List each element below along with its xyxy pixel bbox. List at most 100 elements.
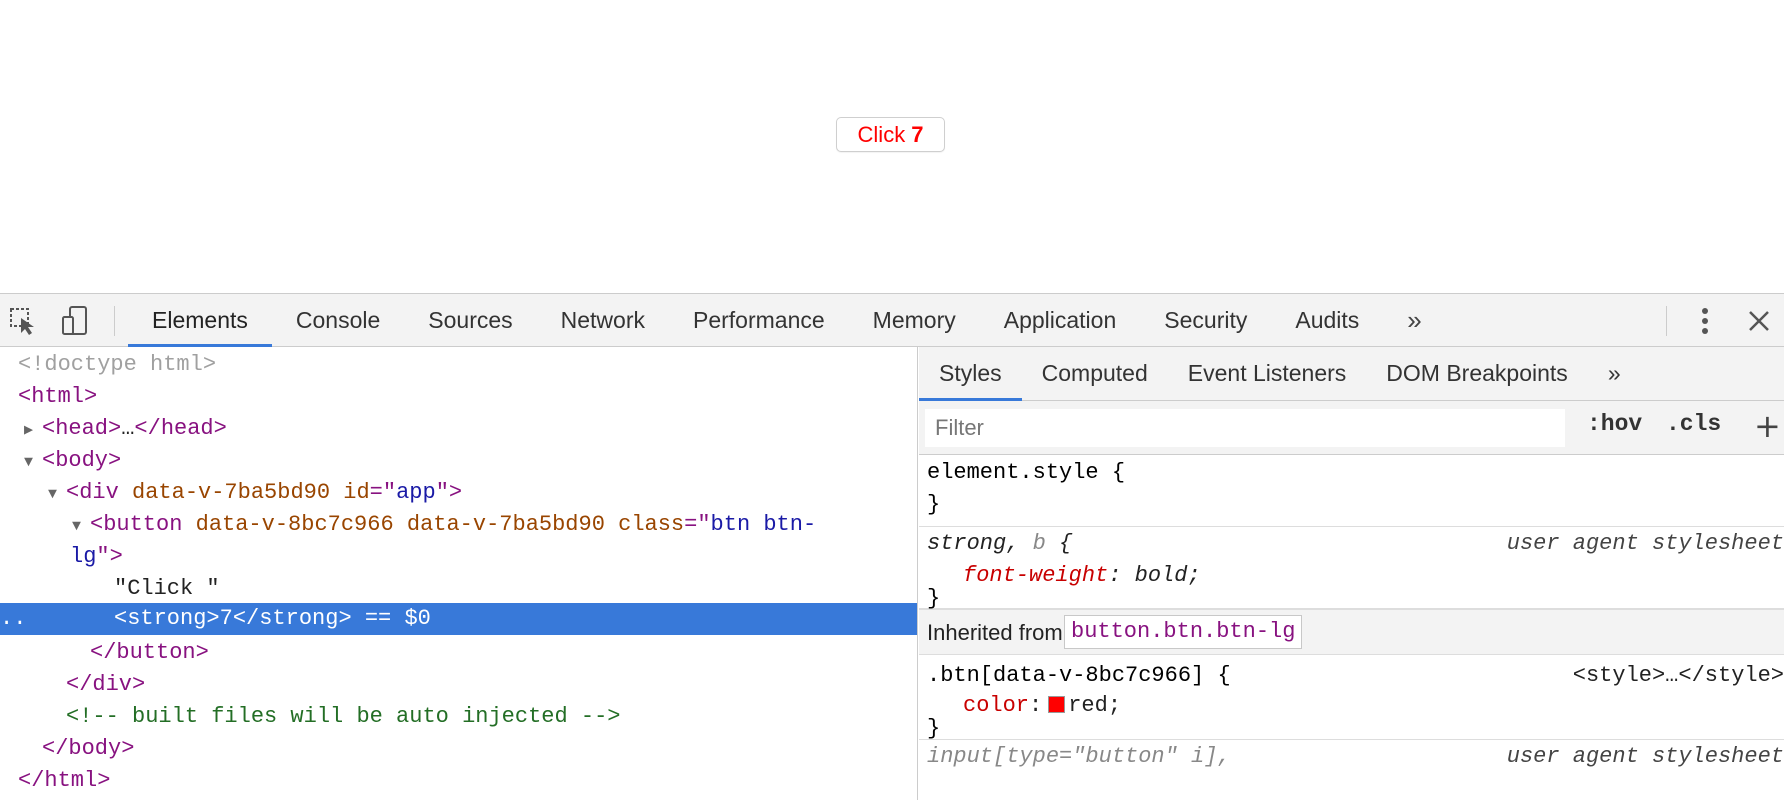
collapse-triangle-icon[interactable]: ▼ [72,511,90,543]
dom-text-node-line[interactable]: "Click " [0,573,917,605]
button-attr: data-v-7ba5bd90 [406,512,605,537]
sidebar-tabs: Styles Computed Event Listeners DOM Brea… [919,347,1784,401]
div-id-attr-value: app [396,480,436,505]
html-open-tag: <html> [18,384,98,409]
tab-computed[interactable]: Computed [1022,347,1168,400]
button-close-tag: </button> [90,640,209,665]
body-open-tag: <body> [42,448,122,473]
element-style-selector[interactable]: element.style { [927,457,1125,489]
head-close-tag: </head> [134,416,227,441]
dom-html-line[interactable]: <html> [0,381,917,413]
ua-stylesheet-source: user agent stylesheet [1506,531,1784,556]
html-close-tag: </html> [18,768,111,793]
selected-node-marker: == $0 [364,606,431,631]
button-class-attr-value: btn btn- [710,512,817,537]
tab-styles[interactable]: Styles [919,347,1022,401]
button-class-attr-name: class [618,512,685,537]
more-sidebar-tabs-chevron-icon[interactable]: » [1588,347,1638,400]
dom-div-line[interactable]: ▼ <div data-v-7ba5bd90 id="app"> [0,477,917,511]
device-toolbar-icon[interactable] [58,304,92,338]
devtools-toolbar: Elements Console Sources Network Perform… [0,293,1784,347]
kebab-menu-icon[interactable] [1688,304,1722,338]
inherited-node-link[interactable]: button.btn.btn-lg [1064,615,1303,649]
dom-comment-line[interactable]: <!-- built files will be auto injected -… [0,701,917,733]
dom-strong-line-selected[interactable]: .. <strong>7</strong> == $0 [0,603,917,635]
dom-div-close-line[interactable]: </div> [0,669,917,701]
selected-dots: .. [0,606,27,631]
dom-body-close-line[interactable]: </body> [0,733,917,765]
tab-performance[interactable]: Performance [669,294,849,346]
new-style-rule-plus-icon[interactable]: + [1754,407,1781,445]
styles-sidebar: Styles Computed Event Listeners DOM Brea… [919,347,1784,800]
tab-application[interactable]: Application [980,294,1141,346]
style-tag-source-link[interactable]: <style>…</style> [1573,660,1784,692]
click-count: 7 [911,121,924,147]
close-icon[interactable] [1742,304,1776,338]
html-comment: <!-- built files will be auto injected -… [66,704,621,729]
div-close-tag: </div> [66,672,146,697]
inherited-label: Inherited from [927,620,1063,645]
styles-filter-input[interactable] [925,409,1565,447]
tab-network[interactable]: Network [537,294,669,346]
page-viewport: Click 7 [0,0,1784,293]
dom-body-line[interactable]: ▼ <body> [0,445,917,479]
tab-security[interactable]: Security [1140,294,1271,346]
rule-close-brace: } [927,586,941,611]
strong-open-tag: <strong> [114,606,220,631]
element-style-rule: element.style { } [919,455,1784,527]
strong-ua-rule: strong, b { user agent stylesheet font-w… [919,528,1784,611]
color-swatch-icon[interactable] [1048,696,1066,713]
collapse-triangle-icon[interactable]: ▼ [24,447,42,479]
dom-head-line[interactable]: ▶ <head>…</head> [0,413,917,447]
click-counter-button[interactable]: Click 7 [836,117,945,152]
more-tabs-chevron-icon[interactable]: » [1383,294,1442,346]
inherited-from-header: Inherited from button.btn.btn-lg [919,609,1784,655]
tab-audits[interactable]: Audits [1271,294,1383,346]
expand-triangle-icon[interactable]: ▶ [24,415,42,447]
button-label: Click [857,121,906,147]
doctype-text: <!doctype html> [18,352,217,377]
rule-close-brace: } [927,492,941,517]
div-tag-name: div [79,480,119,505]
button-attr: data-v-8bc7c966 [195,512,394,537]
devtools-tabs: Elements Console Sources Network Perform… [128,294,1443,347]
class-toggle[interactable]: .cls [1666,411,1721,437]
btn-rule: .btn[data-v-8bc7c966] { <style>…</style>… [919,656,1784,740]
body-close-tag: </body> [42,736,135,761]
inspect-element-icon[interactable] [6,304,40,338]
hover-state-toggle[interactable]: :hov [1587,411,1642,437]
rule-close-brace: } [927,716,941,741]
tab-elements[interactable]: Elements [128,294,272,347]
devtools-panel: Elements Console Sources Network Perform… [0,293,1784,800]
input-button-selector[interactable]: input[type="button" i], [927,741,1231,773]
div-attr: data-v-7ba5bd90 [132,480,331,505]
toolbar-divider [114,306,115,336]
ua-stylesheet-source: user agent stylesheet [1506,744,1784,769]
tab-sources[interactable]: Sources [404,294,536,346]
head-open-tag: <head> [42,416,122,441]
font-weight-declaration[interactable]: font-weight: bold; [963,560,1201,592]
styles-filter-bar: :hov .cls + [919,401,1784,455]
collapse-triangle-icon[interactable]: ▼ [48,479,66,511]
collapsed-ellipsis: … [121,416,135,441]
tab-memory[interactable]: Memory [849,294,980,346]
tab-console[interactable]: Console [272,294,404,346]
button-class-attr-value-cont: lg [70,544,97,569]
tab-event-listeners[interactable]: Event Listeners [1168,347,1367,400]
dom-doctype-line[interactable]: <!doctype html> [0,349,917,381]
strong-text: 7 [219,606,233,631]
tab-dom-breakpoints[interactable]: DOM Breakpoints [1366,347,1588,400]
dom-button-line[interactable]: ▼ <button data-v-8bc7c966 data-v-7ba5bd90… [0,509,917,543]
color-declaration[interactable]: color: red; [963,690,1121,722]
button-tag-name: button [103,512,183,537]
strong-selector[interactable]: strong, b { [927,528,1072,560]
div-id-attr-name: id [343,480,370,505]
text-node: "Click " [114,576,220,601]
btn-selector[interactable]: .btn[data-v-8bc7c966] { [927,660,1231,692]
strong-close-tag: </strong> [232,606,352,631]
dom-tree-panel: <!doctype html> <html> ▶ <head>…</head> ▼… [0,347,918,800]
dom-button-close-line[interactable]: </button> [0,637,917,669]
dom-html-close-line[interactable]: </html> [0,765,917,797]
toolbar-divider [1666,306,1667,336]
dom-button-line-wrap: lg"> [70,544,123,569]
